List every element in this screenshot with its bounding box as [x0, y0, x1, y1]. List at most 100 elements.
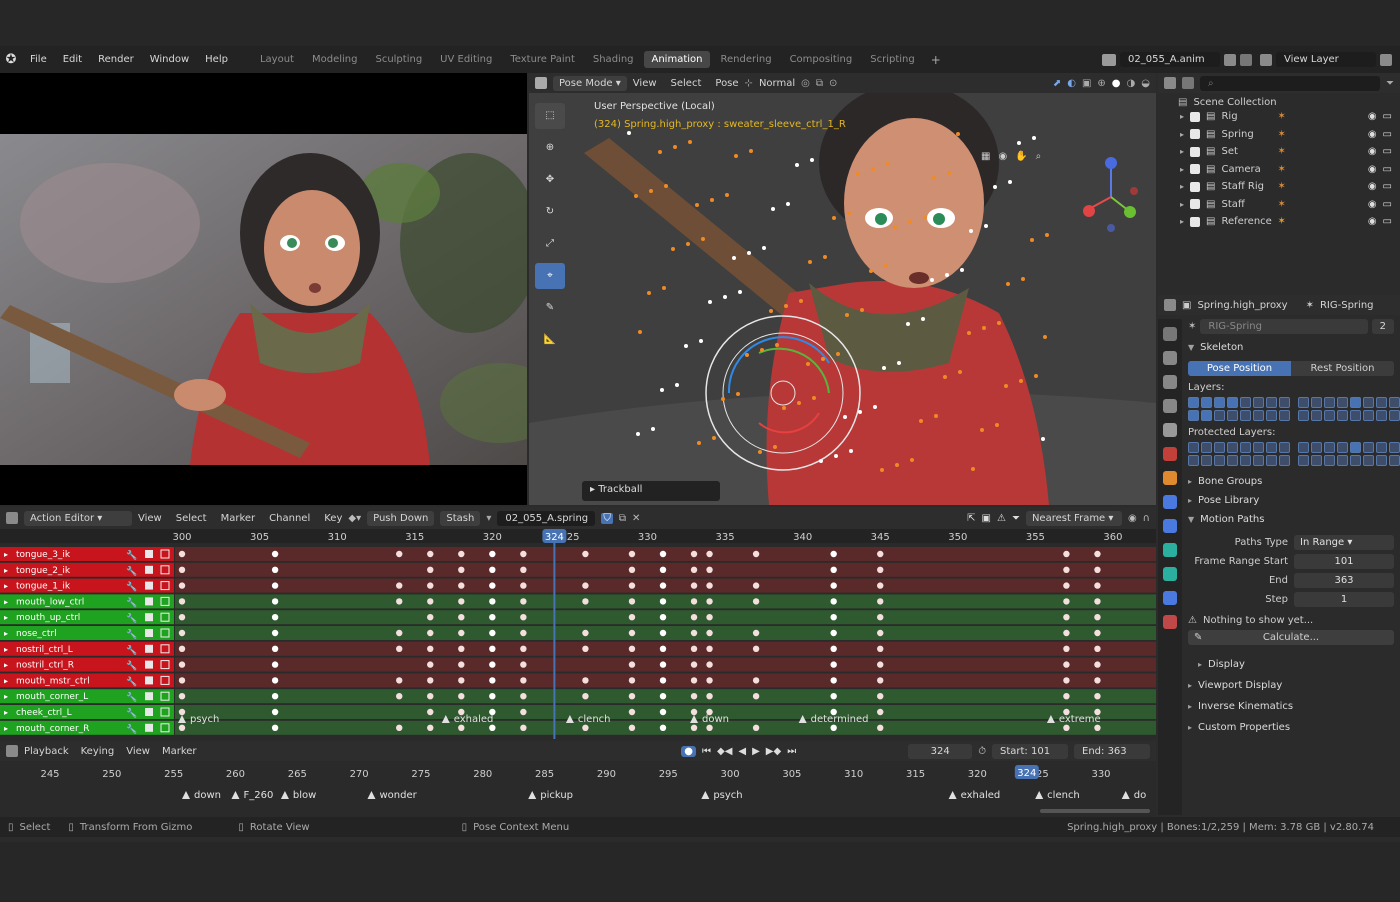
keyframe[interactable] [1063, 724, 1070, 731]
keyframe[interactable] [830, 550, 837, 558]
layer-toggle[interactable] [1363, 442, 1374, 453]
pose-position-button[interactable]: Pose Position [1188, 361, 1291, 376]
bone-control-point[interactable] [638, 330, 642, 334]
bone-control-point[interactable] [758, 450, 762, 454]
fake-user-icon[interactable]: ⛉ [601, 512, 613, 524]
bone-control-point[interactable] [993, 185, 997, 189]
keyframe[interactable] [752, 724, 760, 731]
inverse-kinematics-panel[interactable]: ▸ Inverse Kinematics [1188, 701, 1394, 712]
add-workspace-button[interactable]: + [923, 53, 949, 67]
channel-checkbox-icon[interactable] [145, 597, 153, 606]
bone-control-point[interactable] [812, 396, 816, 400]
keyframe[interactable] [1063, 614, 1070, 621]
menu-help[interactable]: Help [197, 54, 236, 65]
bone-control-point[interactable] [995, 423, 999, 427]
scale-tool-icon[interactable]: ⤢ [535, 231, 565, 257]
outliner-item-staff-rig[interactable]: ▸ ▤ Staff Rig ✶ ◉ ▭ [1158, 178, 1400, 196]
keyframe[interactable] [706, 582, 713, 589]
layer-toggle[interactable] [1363, 455, 1374, 466]
channel-expand-icon[interactable]: ▸ [4, 550, 8, 559]
timeline-scrollbar[interactable] [1040, 809, 1150, 813]
bone-control-point[interactable] [1030, 238, 1034, 242]
bone-control-point[interactable] [832, 216, 836, 220]
keyframe[interactable] [427, 661, 434, 668]
layer-toggle[interactable] [1324, 455, 1335, 466]
keyframe[interactable] [489, 724, 496, 731]
pivot-icon[interactable]: ◎ [801, 78, 810, 89]
bone-control-point[interactable] [906, 322, 910, 326]
camera-view[interactable] [0, 73, 560, 505]
keyframe[interactable] [271, 566, 279, 573]
render-visibility-icon[interactable]: ▭ [1383, 216, 1392, 227]
checkbox-icon[interactable] [1190, 216, 1201, 227]
outliner-item-rig[interactable]: ▸ ▤ Rig ✶ ◉ ▭ [1158, 108, 1400, 126]
keyframe[interactable] [582, 645, 589, 652]
keyframe[interactable] [752, 645, 760, 652]
channel-checkbox-icon[interactable] [145, 676, 153, 685]
keyframe[interactable] [271, 708, 279, 716]
bone-control-point[interactable] [860, 308, 864, 312]
render-visibility-icon[interactable]: ▭ [1383, 164, 1392, 175]
keyframe[interactable] [659, 629, 667, 637]
bone-control-point[interactable] [836, 352, 840, 356]
mode-dropdown[interactable]: Pose Mode ▾ [553, 75, 627, 91]
keyframe[interactable] [877, 614, 884, 621]
keyframe[interactable] [396, 582, 403, 589]
layer-toggle[interactable] [1253, 397, 1264, 408]
scene-field[interactable]: 02_055_A.anim [1120, 52, 1220, 67]
bone-control-point[interactable] [769, 309, 773, 313]
cursor-tool-icon[interactable]: ⊕ [535, 135, 565, 161]
bone-control-point[interactable] [695, 203, 699, 207]
camera-view-icon[interactable]: ◉ [998, 151, 1007, 162]
channel-expand-icon[interactable]: ▸ [4, 724, 8, 733]
layer-toggle[interactable] [1311, 397, 1322, 408]
keyframe[interactable] [1094, 661, 1101, 668]
bone-control-point[interactable] [958, 370, 962, 374]
bone-groups-panel[interactable]: ▸ Bone Groups [1188, 476, 1394, 487]
layer-toggle[interactable] [1201, 442, 1212, 453]
workspace-tab-animation[interactable]: Animation [643, 51, 711, 68]
keyframe[interactable] [877, 645, 884, 652]
bone-control-point[interactable] [934, 414, 938, 418]
layer-toggle[interactable] [1227, 442, 1238, 453]
keyframe[interactable] [178, 614, 186, 621]
keyframe[interactable] [458, 661, 465, 668]
bone-control-point[interactable] [960, 268, 964, 272]
keyframe[interactable] [520, 661, 527, 668]
channel-checkbox-icon[interactable] [145, 565, 153, 574]
bone-control-point[interactable] [923, 215, 927, 219]
layer-toggle[interactable] [1376, 397, 1387, 408]
rotate-tool-icon[interactable]: ↻ [535, 199, 565, 225]
gizmo-toggle-icon[interactable]: ⬈ [1053, 78, 1061, 89]
layer-toggle[interactable] [1214, 397, 1225, 408]
channel-checkbox-icon[interactable] [145, 692, 153, 701]
keyframe[interactable] [706, 550, 713, 558]
layer-toggle[interactable] [1266, 455, 1277, 466]
keyframe[interactable] [582, 582, 589, 589]
constraint-tab-icon[interactable] [1163, 519, 1177, 533]
keyframe[interactable] [178, 693, 186, 700]
object-tab-icon[interactable] [1163, 471, 1177, 485]
keyframe[interactable] [690, 677, 698, 684]
layer-toggle[interactable] [1363, 410, 1374, 421]
keyframe[interactable] [271, 550, 279, 558]
layer-toggle[interactable] [1337, 410, 1348, 421]
keyframe[interactable] [1094, 677, 1101, 684]
bone-control-point[interactable] [845, 313, 849, 317]
play-icon[interactable]: ▶ [752, 746, 760, 757]
bone-control-point[interactable] [658, 150, 662, 154]
viewport-display-panel[interactable]: ▸ Viewport Display [1188, 680, 1394, 691]
channel-checkbox-icon[interactable] [145, 708, 153, 716]
shading-solid-icon[interactable]: ● [1112, 78, 1121, 89]
keyframe[interactable] [1063, 566, 1070, 573]
bone-control-point[interactable] [732, 256, 736, 260]
timeline-menu-view[interactable]: View [126, 746, 150, 757]
timeline-menu-marker[interactable]: Marker [162, 746, 197, 757]
keyframe[interactable] [877, 598, 884, 605]
timeline-marker[interactable] [528, 791, 537, 799]
keyframe[interactable] [396, 550, 403, 558]
layer-toggle[interactable] [1279, 397, 1290, 408]
bone-control-point[interactable] [664, 184, 668, 188]
calculate-button[interactable]: ✎ Calculate... [1188, 630, 1394, 645]
timeline-marker[interactable] [182, 791, 191, 799]
